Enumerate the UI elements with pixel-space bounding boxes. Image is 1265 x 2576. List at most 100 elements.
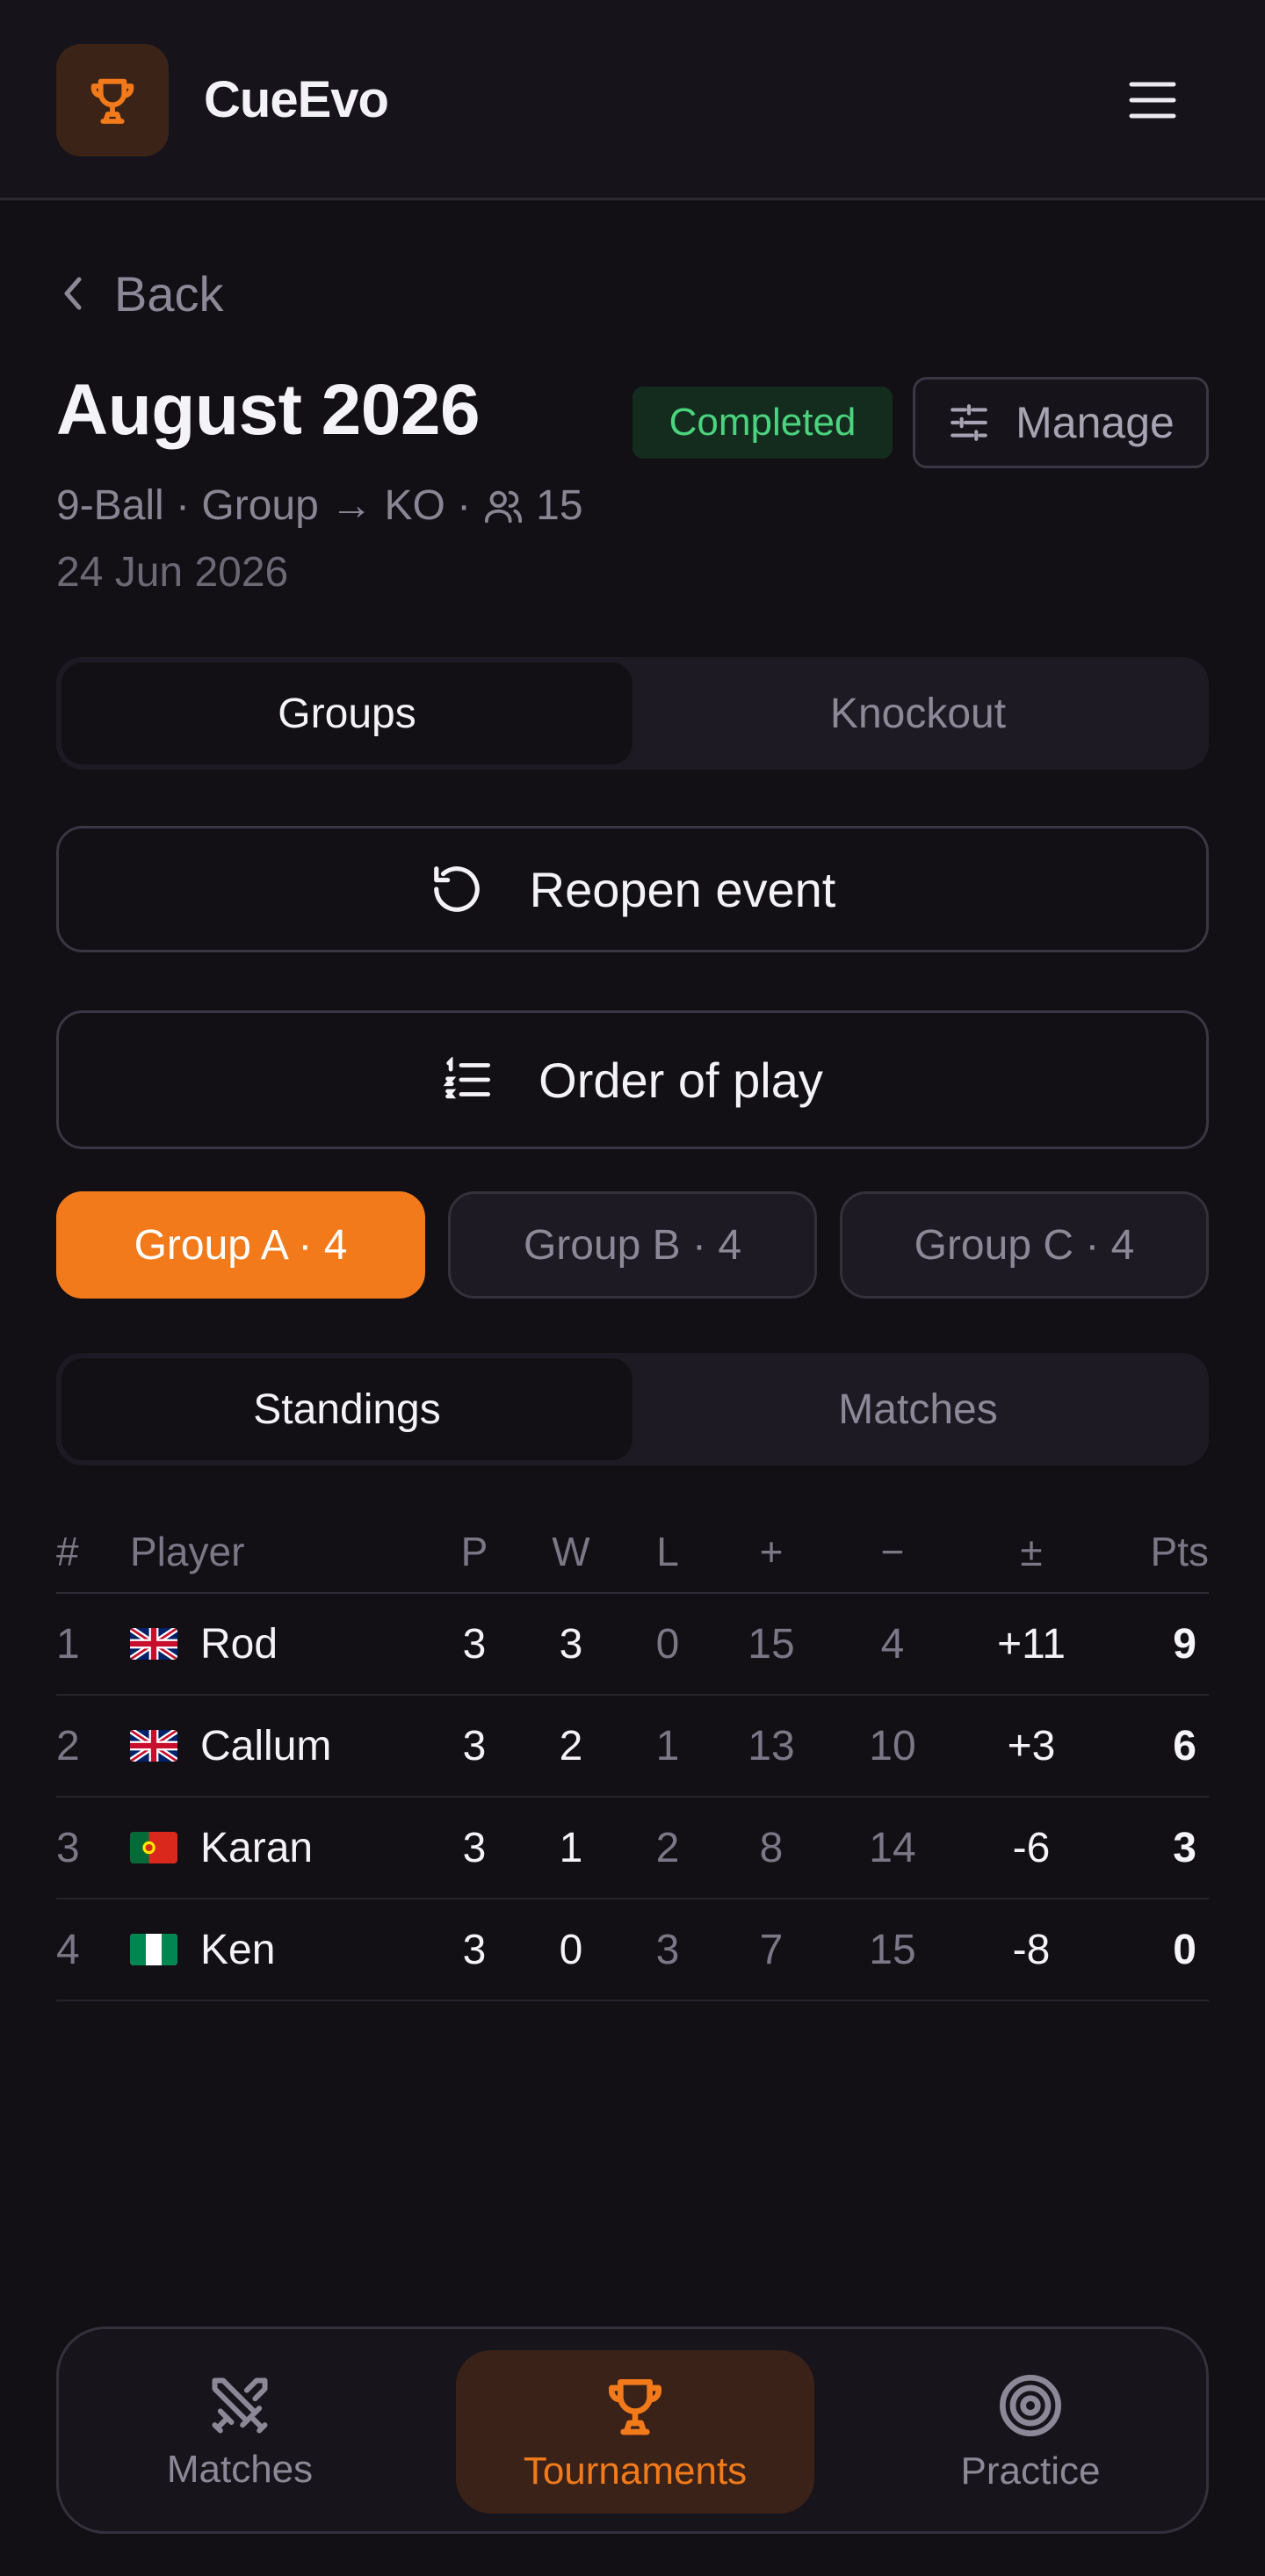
table-header: # Player P W L + − ± Pts [56, 1511, 1209, 1594]
tab-groups[interactable]: Groups [61, 662, 632, 764]
manage-button[interactable]: Manage [913, 377, 1209, 468]
ng-flag-icon [130, 1899, 179, 2000]
won-cell: 0 [559, 1926, 583, 1973]
menu-button[interactable] [1117, 72, 1188, 128]
frames-against-cell: 10 [869, 1722, 916, 1769]
table-row[interactable]: 3 Karan 3 1 2 8 14 -6 3 [56, 1798, 1209, 1899]
played-cell: 3 [462, 1722, 487, 1769]
points-cell: 3 [1173, 1824, 1196, 1871]
order-of-play-label: Order of play [539, 1052, 823, 1108]
hamburger-menu-icon [1129, 82, 1176, 119]
rank-cell: 4 [56, 1926, 80, 1973]
gb-flag-icon [130, 1696, 179, 1796]
group-chip-b[interactable]: Group B · 4 [448, 1191, 817, 1299]
event-meta: 9-Ball · Group → KO · 15 [56, 481, 583, 530]
lost-cell: 2 [655, 1824, 680, 1871]
played-cell: 3 [462, 1926, 487, 1973]
table-row[interactable]: 4 Ken 3 0 3 7 15 -8 0 [56, 1899, 1209, 2001]
frames-for-cell: 15 [748, 1620, 795, 1668]
rank-cell: 2 [56, 1722, 80, 1769]
player-name: Callum [200, 1722, 332, 1769]
lost-cell: 1 [655, 1722, 680, 1769]
difference-cell: -6 [1012, 1824, 1051, 1871]
order-of-play-button[interactable]: Order of play [56, 1010, 1209, 1149]
tab-knockout[interactable]: Knockout [632, 662, 1204, 764]
played-cell: 3 [462, 1824, 487, 1871]
event-date: 24 Jun 2026 [56, 549, 289, 596]
app-logo[interactable] [56, 44, 169, 156]
gb-flag-icon [130, 1594, 179, 1694]
nav-practice-label: Practice [960, 2449, 1101, 2493]
col-player: Player [130, 1529, 245, 1574]
manage-label: Manage [1016, 398, 1175, 447]
standings-table: # Player P W L + − ± Pts 1 Rod 3 3 0 15 … [56, 1511, 1209, 2001]
difference-cell: -8 [1012, 1926, 1051, 1973]
crossed-cues-icon [212, 2377, 268, 2434]
col-rank: # [56, 1529, 79, 1574]
nav-tournaments-label: Tournaments [523, 2449, 748, 2493]
back-button[interactable]: Back [56, 260, 224, 327]
frames-for-cell: 7 [759, 1926, 784, 1973]
table-row[interactable]: 2 Callum 3 2 1 13 10 +3 6 [56, 1696, 1209, 1798]
reopen-event-label: Reopen event [529, 861, 836, 917]
player-name: Karan [200, 1824, 314, 1871]
won-cell: 1 [559, 1824, 583, 1871]
won-cell: 2 [559, 1722, 583, 1769]
reset-icon [433, 866, 480, 912]
lost-cell: 3 [655, 1926, 680, 1973]
frames-for-cell: 13 [748, 1722, 795, 1769]
frames-for-cell: 8 [759, 1824, 784, 1871]
points-cell: 9 [1173, 1620, 1196, 1668]
points-cell: 6 [1173, 1722, 1196, 1769]
nav-practice[interactable]: Practice [899, 2350, 1162, 2514]
group-selector: Group A · 4 Group B · 4 Group C · 4 [56, 1191, 1209, 1299]
players-count: 15 [536, 482, 583, 529]
col-frames-against: − [880, 1529, 905, 1574]
trophy-icon [90, 78, 134, 124]
bottom-navigation: Matches Tournaments Practice [56, 2326, 1209, 2534]
points-cell: 0 [1173, 1926, 1196, 1973]
frames-against-cell: 14 [869, 1824, 916, 1871]
back-label: Back [114, 265, 224, 322]
tab-standings[interactable]: Standings [61, 1358, 632, 1460]
page-title: August 2026 [56, 370, 481, 450]
reopen-event-button[interactable]: Reopen event [56, 826, 1209, 952]
rank-cell: 1 [56, 1620, 80, 1668]
nav-tournaments[interactable]: Tournaments [456, 2350, 814, 2514]
users-icon [485, 490, 523, 523]
col-won: W [552, 1529, 590, 1574]
col-points: Pts [1150, 1529, 1209, 1574]
won-cell: 3 [559, 1620, 583, 1668]
pt-flag-icon [130, 1798, 179, 1898]
status-badge: Completed [632, 387, 893, 459]
played-cell: 3 [462, 1620, 487, 1668]
group-chip-a[interactable]: Group A · 4 [56, 1191, 425, 1299]
table-row[interactable]: 1 Rod 3 3 0 15 4 +11 9 [56, 1594, 1209, 1696]
trophy-icon [609, 2379, 661, 2435]
col-difference: ± [1020, 1529, 1043, 1574]
app-name: CueEvo [204, 71, 389, 128]
difference-cell: +3 [1007, 1722, 1056, 1769]
col-frames-for: + [759, 1529, 784, 1574]
app-header: CueEvo [0, 0, 1265, 200]
frames-against-cell: 4 [880, 1620, 905, 1668]
tournament-page: CueEvo Back August 2026 Completed Manage… [0, 0, 1265, 2576]
event-format: 9-Ball · Group → KO · [56, 482, 472, 529]
difference-cell: +11 [997, 1620, 1066, 1668]
ordered-list-icon [443, 1057, 491, 1099]
lost-cell: 0 [655, 1620, 680, 1668]
nav-matches[interactable]: Matches [108, 2350, 372, 2514]
frames-against-cell: 15 [869, 1926, 916, 1973]
chevron-left-icon [64, 277, 82, 310]
sliders-icon [951, 404, 987, 441]
view-tabs: Groups Knockout [56, 657, 1209, 770]
nav-matches-label: Matches [166, 2448, 314, 2491]
rank-cell: 3 [56, 1824, 80, 1871]
tab-matches[interactable]: Matches [632, 1358, 1204, 1460]
target-icon [1000, 2375, 1061, 2436]
group-chip-c[interactable]: Group C · 4 [840, 1191, 1209, 1299]
col-lost: L [656, 1529, 679, 1574]
group-view-tabs: Standings Matches [56, 1353, 1209, 1465]
col-played: P [460, 1529, 488, 1574]
player-name: Ken [200, 1926, 276, 1973]
